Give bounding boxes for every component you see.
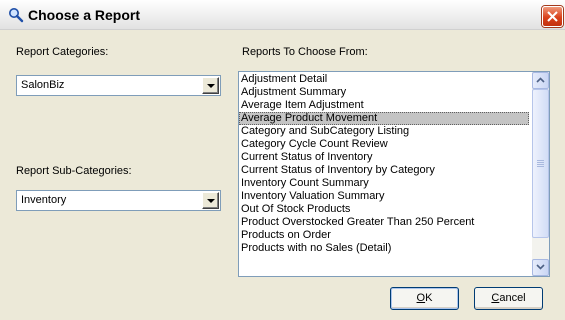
scroll-up-arrow-icon bbox=[536, 77, 545, 83]
scroll-down-button[interactable] bbox=[532, 259, 549, 276]
report-categories-combobox[interactable]: SalonBiz bbox=[16, 75, 221, 96]
ok-button[interactable]: OK bbox=[390, 287, 459, 310]
thumb-grip bbox=[537, 162, 544, 163]
scroll-up-button[interactable] bbox=[532, 72, 549, 89]
reports-list-label: Reports To Choose From: bbox=[242, 46, 368, 58]
report-list-item[interactable]: Average Item Adjustment bbox=[239, 99, 529, 112]
report-subcategories-value: Inventory bbox=[21, 194, 67, 206]
scroll-down-arrow-icon bbox=[536, 264, 545, 270]
reports-listbox[interactable]: Adjustment Detail Adjustment Summary Avera… bbox=[238, 71, 550, 277]
report-list-item[interactable]: Category and SubCategory Listing bbox=[239, 125, 529, 138]
report-list-item[interactable]: Inventory Count Summary bbox=[239, 177, 529, 190]
reports-scrollbar[interactable] bbox=[532, 72, 549, 276]
report-list-item[interactable]: Current Status of Inventory bbox=[239, 151, 529, 164]
reports-list-items: Adjustment Detail Adjustment Summary Avera… bbox=[239, 73, 529, 255]
chevron-down-icon bbox=[207, 84, 215, 88]
chevron-down-icon bbox=[207, 199, 215, 203]
close-button[interactable] bbox=[542, 6, 563, 27]
report-list-item[interactable]: Current Status of Inventory by Category bbox=[239, 164, 529, 177]
report-categories-label: Report Categories: bbox=[16, 46, 109, 58]
report-list-item[interactable]: Product Overstocked Greater Than 250 Per… bbox=[239, 216, 529, 229]
report-list-item[interactable]: Average Product Movement bbox=[239, 112, 529, 125]
report-list-item[interactable]: Products with no Sales (Detail) bbox=[239, 242, 529, 255]
report-list-item[interactable]: Adjustment Summary bbox=[239, 86, 529, 99]
report-list-item[interactable]: Category Cycle Count Review bbox=[239, 138, 529, 151]
thumb-grip bbox=[537, 160, 544, 161]
report-subcategories-combobox[interactable]: Inventory bbox=[16, 190, 221, 211]
thumb-grip bbox=[537, 164, 544, 165]
ok-mnemonic: O bbox=[416, 292, 426, 304]
cancel-button[interactable]: Cancel bbox=[474, 287, 543, 310]
report-list-item[interactable]: Products on Order bbox=[239, 229, 529, 242]
title-bar[interactable]: Choose a Report bbox=[0, 0, 565, 30]
report-categories-value: SalonBiz bbox=[21, 79, 65, 91]
report-subcategories-dropdown-button[interactable] bbox=[202, 192, 219, 209]
window-title: Choose a Report bbox=[28, 7, 141, 23]
cancel-label-rest: ancel bbox=[499, 292, 526, 304]
close-icon bbox=[547, 11, 558, 22]
report-subcategories-label: Report Sub-Categories: bbox=[16, 165, 132, 177]
report-list-item[interactable]: Adjustment Detail bbox=[239, 73, 529, 86]
report-categories-dropdown-button[interactable] bbox=[202, 77, 219, 94]
dialog-body: Report Categories: SalonBiz Report Sub-C… bbox=[0, 31, 565, 320]
thumb-grip bbox=[537, 166, 544, 167]
report-list-item[interactable]: Inventory Valuation Summary bbox=[239, 190, 529, 203]
scroll-thumb[interactable] bbox=[532, 89, 549, 238]
magnifier-icon bbox=[8, 7, 24, 23]
ok-label-rest: K bbox=[425, 292, 433, 304]
report-list-item[interactable]: Out Of Stock Products bbox=[239, 203, 529, 216]
